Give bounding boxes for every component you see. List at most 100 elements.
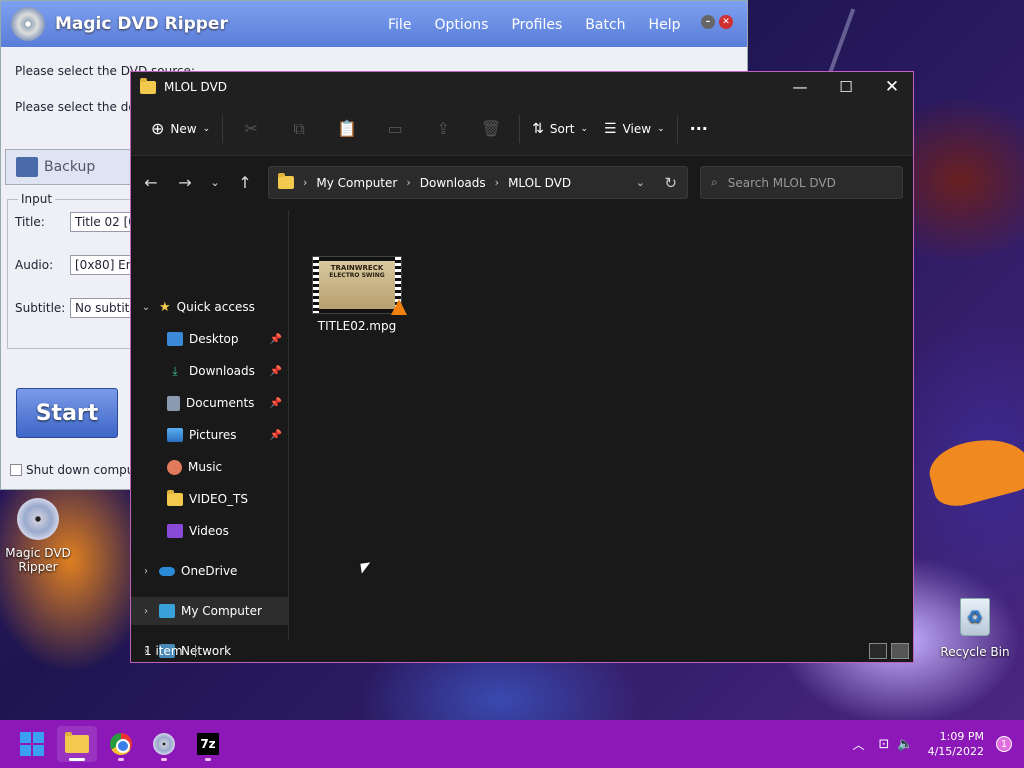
back-arrow-icon[interactable]: ← [134, 173, 168, 192]
desktop-icon-recycle-bin[interactable]: ♻ Recycle Bin [937, 598, 1013, 659]
minimize-button[interactable]: — [777, 72, 823, 102]
chevron-down-icon: ⌄ [580, 123, 589, 134]
network-status-icon[interactable]: ⊡ [879, 737, 890, 752]
pin-icon: 📌 [269, 333, 282, 345]
taskbar-chrome[interactable] [101, 726, 141, 762]
menu-batch[interactable]: Batch [585, 17, 625, 33]
file-list[interactable]: TRAINWRECK ELECTRO SWING TITLE02.mpg [291, 208, 913, 640]
running-indicator [118, 758, 124, 761]
shutdown-checkbox[interactable]: Shut down comput [10, 463, 139, 477]
computer-icon [159, 604, 175, 618]
windows-logo-icon [20, 732, 44, 756]
sidebar-label: VIDEO_TS [189, 492, 248, 506]
menu-help[interactable]: Help [649, 17, 681, 33]
navigation-pane: ⌄ ★ Quick access Desktop 📌 ⤓ Downloads 📌… [131, 208, 288, 658]
file-item[interactable]: TRAINWRECK ELECTRO SWING TITLE02.mpg [307, 256, 407, 333]
desktop-icon-magic-dvd-ripper[interactable]: Magic DVD Ripper [0, 498, 76, 574]
chevron-right-icon[interactable]: › [139, 566, 153, 577]
large-icons-view-icon[interactable] [891, 643, 909, 659]
new-button[interactable]: ⊕ New ⌄ [143, 113, 218, 145]
sidebar-item-music[interactable]: Music [131, 453, 288, 481]
active-indicator [69, 758, 85, 761]
sidebar-item-pictures[interactable]: Pictures 📌 [131, 421, 288, 449]
taskbar-file-explorer[interactable] [57, 726, 97, 762]
details-view-icon[interactable] [869, 643, 887, 659]
delete-icon[interactable]: 🗑 [467, 119, 515, 138]
close-icon[interactable]: ✕ [719, 15, 733, 29]
paste-icon[interactable]: 📋 [323, 119, 371, 138]
mdr-window-controls: – ✕ [701, 15, 733, 29]
recent-locations-icon[interactable]: ⌄ [202, 176, 228, 189]
wallpaper-shape [923, 428, 1024, 512]
maximize-button[interactable]: ☐ [823, 72, 869, 102]
pin-icon: 📌 [269, 365, 282, 377]
status-divider [194, 645, 196, 657]
notification-badge[interactable]: 1 [996, 736, 1012, 752]
start-button[interactable] [12, 726, 52, 762]
breadcrumb-mlol-dvd[interactable]: MLOL DVD [508, 176, 571, 190]
menu-file[interactable]: File [388, 17, 411, 33]
sidebar-item-downloads[interactable]: ⤓ Downloads 📌 [131, 357, 288, 385]
taskbar: 7z ︿ ⊡ 🔈 1:09 PM 4/15/2022 1 [0, 720, 1024, 768]
file-explorer-window[interactable]: MLOL DVD — ☐ ✕ ⊕ New ⌄ ✂ ⧉ 📋 ▭ ⇪ 🗑 ⇅ Sor… [130, 71, 914, 663]
cut-icon[interactable]: ✂ [227, 119, 275, 138]
close-button[interactable]: ✕ [869, 72, 915, 102]
sidebar-item-onedrive[interactable]: › OneDrive [131, 557, 288, 585]
sidebar-item-videos[interactable]: Videos [131, 517, 288, 545]
sidebar-item-video-ts[interactable]: VIDEO_TS [131, 485, 288, 513]
sort-label: Sort [549, 121, 575, 136]
refresh-icon[interactable]: ↻ [664, 174, 677, 192]
explorer-title-bar[interactable]: MLOL DVD — ☐ ✕ [131, 72, 913, 102]
address-bar[interactable]: › My Computer › Downloads › MLOL DVD ⌄ ↻ [268, 166, 688, 199]
thumbnail-text: ELECTRO SWING [329, 272, 385, 279]
subtitle-label: Subtitle: [15, 301, 66, 315]
view-toggle [869, 643, 909, 659]
clock-date: 4/15/2022 [927, 745, 984, 758]
folder-icon [278, 173, 294, 189]
view-button[interactable]: ☰ View ⌄ [596, 113, 673, 145]
up-arrow-icon[interactable]: ↑ [228, 173, 262, 192]
breadcrumb-my-computer[interactable]: My Computer [316, 176, 397, 190]
desktop-icon [167, 332, 183, 346]
chevron-right-icon[interactable]: › [139, 606, 153, 617]
sidebar-item-quick-access[interactable]: ⌄ ★ Quick access [131, 293, 288, 321]
mdr-title-bar[interactable]: Magic DVD Ripper File Options Profiles B… [1, 1, 747, 47]
cloud-icon [159, 566, 175, 576]
7zip-icon: 7z [197, 733, 219, 755]
backup-tab[interactable]: Backup [5, 149, 131, 185]
sidebar-item-documents[interactable]: Documents 📌 [131, 389, 288, 417]
copy-icon[interactable]: ⧉ [275, 119, 323, 139]
pane-divider[interactable] [288, 210, 289, 640]
folder-icon [167, 489, 183, 506]
sidebar-label: My Computer [181, 604, 262, 618]
search-box[interactable]: ⌕ Search MLOL DVD [700, 166, 903, 199]
address-dropdown-icon[interactable]: ⌄ [636, 176, 645, 189]
chevron-up-icon[interactable]: ︿ [852, 736, 864, 753]
pin-icon: 📌 [269, 397, 282, 409]
clock[interactable]: 1:09 PM 4/15/2022 [928, 729, 984, 759]
chevron-right-icon: › [494, 176, 500, 189]
taskbar-magic-dvd-ripper[interactable] [144, 726, 184, 762]
checkbox-box[interactable] [10, 464, 22, 476]
input-group-label: Input [18, 192, 56, 206]
minimize-icon[interactable]: – [701, 15, 715, 29]
sidebar-label: Downloads [189, 364, 255, 378]
sort-button[interactable]: ⇅ Sort ⌄ [524, 113, 596, 145]
share-icon[interactable]: ⇪ [419, 119, 467, 138]
rename-icon[interactable]: ▭ [371, 119, 419, 138]
sidebar-label: Quick access [176, 300, 255, 314]
start-button[interactable]: Start [16, 388, 118, 438]
vlc-cone-icon [391, 299, 407, 315]
sort-icon: ⇅ [532, 120, 544, 137]
sidebar-label: Desktop [189, 332, 239, 346]
volume-icon[interactable]: 🔈 [897, 737, 913, 752]
sidebar-item-desktop[interactable]: Desktop 📌 [131, 325, 288, 353]
forward-arrow-icon[interactable]: → [168, 173, 202, 192]
menu-profiles[interactable]: Profiles [511, 17, 562, 33]
breadcrumb-downloads[interactable]: Downloads [420, 176, 486, 190]
more-options-button[interactable]: ··· [682, 113, 716, 145]
taskbar-7zip[interactable]: 7z [188, 726, 228, 762]
sidebar-item-my-computer[interactable]: › My Computer [131, 597, 288, 625]
menu-options[interactable]: Options [434, 17, 488, 33]
chevron-down-icon[interactable]: ⌄ [139, 302, 153, 313]
